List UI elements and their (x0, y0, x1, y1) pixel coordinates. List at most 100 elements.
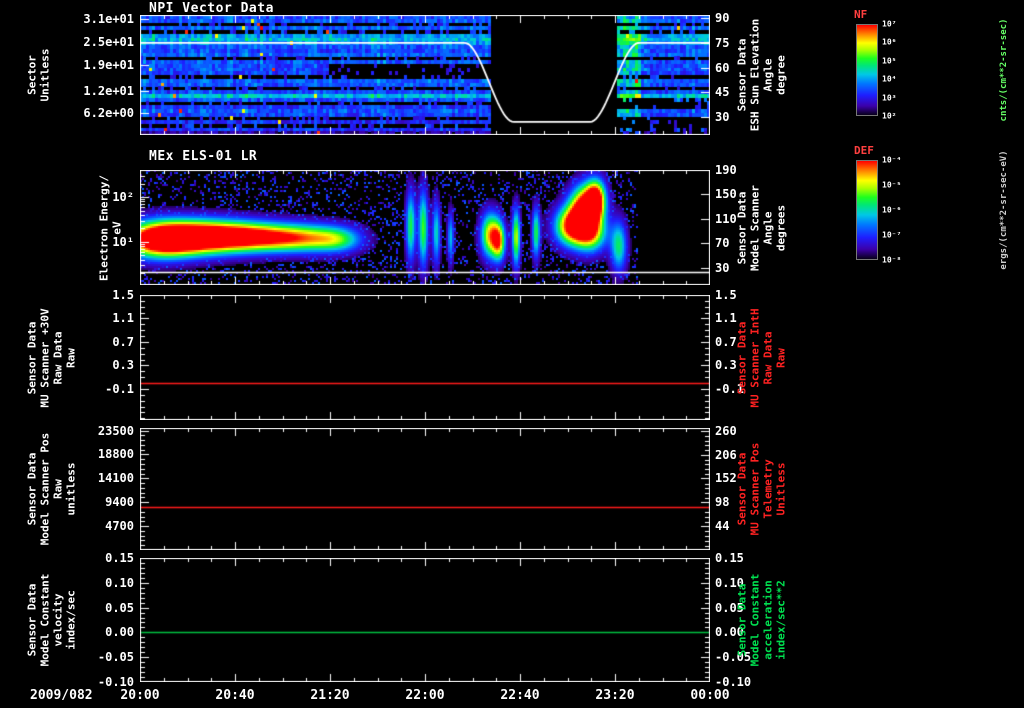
colorbar-tick-label: 10⁻⁵ (882, 180, 902, 190)
y-axis-label-left-model-constant: velocity (51, 593, 65, 647)
y-tick-label-left-model-scanner-pos: 4700 (105, 519, 134, 534)
y-axis-label-left-els: eV (110, 220, 124, 235)
y-axis-label-right-els: Sensor Data (735, 191, 749, 264)
y-axis-label-right-els: degrees (774, 204, 788, 251)
y-tick-label-right-model-scanner-pos: 260 (715, 423, 737, 438)
npi-spectrogram-canvas (140, 15, 710, 135)
y-axis-label-left-mu-scanner-30v: MU Scanner +30V (38, 307, 52, 408)
colorbar-tick-label: 10⁻⁸ (882, 255, 902, 265)
colorbar-tick-label: 10⁻⁷ (882, 230, 902, 240)
y-tick-label-right-els: 110 (715, 211, 737, 226)
y-axis-label-right-model-constant: index/sec**2 (774, 580, 788, 660)
y-tick-label-left-model-constant: -0.10 (97, 675, 134, 689)
y-tick-label-right-model-constant: 0.15 (715, 551, 744, 565)
y-axis-label-right-mu-scanner-30v: MU Scanner IntH (748, 307, 762, 408)
y-axis-label-left-mu-scanner-30v: Raw (64, 347, 78, 368)
colorbar-tick-label: 10⁷ (882, 19, 897, 29)
model-scanner-pos-plot-canvas (140, 428, 710, 550)
colorbar-tick-label: 10⁻⁶ (882, 205, 902, 215)
y-axis-label-right-model-scanner-pos: Sensor Data (735, 452, 749, 526)
y-tick-label-right-model-scanner-pos: 152 (715, 471, 737, 486)
y-axis-label-left-model-scanner-pos: Sensor Data (25, 452, 39, 526)
panel-title-els: MEx ELS-01 LR (149, 149, 258, 164)
x-axis-date-label: 2009/082 (30, 688, 93, 703)
y-axis-label-right-els: Model Scanner (748, 184, 762, 271)
y-tick-label-left-npi: 6.2e+00 (83, 106, 134, 121)
x-tick-label: 20:00 (120, 688, 160, 703)
y-axis-label-left-model-scanner-pos: Model Scanner Pos (38, 432, 52, 546)
x-tick-label: 22:40 (500, 688, 540, 703)
y-axis-label-left-model-scanner-pos: Raw (51, 479, 65, 499)
y-axis-label-right-npi: Sensor Data (735, 38, 749, 112)
y-tick-label-left-mu-scanner-30v: 0.7 (112, 334, 134, 349)
y-tick-label-left-mu-scanner-30v: 1.5 (112, 288, 134, 302)
y-axis-label-left-model-constant: index/sec (64, 590, 78, 650)
y-axis-label-right-model-scanner-pos: Telemetry (761, 459, 775, 519)
y-axis-label-right-model-scanner-pos: Unitless (774, 462, 788, 516)
colorbar-tick-label: 10⁻⁴ (882, 155, 902, 165)
multi-panel-plot-page: NPI Vector Data MEx ELS-01 LR NF 10⁷ 10⁶ 1… (0, 0, 1024, 708)
y-tick-label-left-npi: 2.5e+01 (83, 34, 134, 49)
y-tick-label-right-els: 70 (715, 236, 730, 251)
y-tick-label-right-npi: 60 (715, 60, 730, 75)
colorbar-tick-label: 10⁵ (882, 56, 897, 66)
y-tick-label-left-npi: 1.9e+01 (83, 57, 134, 72)
y-axis-label-left-mu-scanner-30v: Sensor Data (25, 321, 39, 394)
y-axis-label-right-mu-scanner-30v: Raw (774, 347, 788, 368)
y-tick-label-right-model-scanner-pos: 98 (715, 495, 730, 510)
y-tick-label-right-npi: 75 (715, 35, 730, 50)
y-axis-label-left-model-scanner-pos: unitless (64, 462, 78, 516)
y-axis-label-right-model-constant: acceleration (761, 580, 775, 660)
y-axis-label-right-npi: ESH Sun Elevation (748, 18, 762, 132)
y-tick-label-right-model-constant: -0.10 (715, 675, 752, 689)
y-tick-label-right-npi: 45 (715, 85, 730, 100)
y-axis-label-right-mu-scanner-30v: Raw Data (761, 331, 775, 384)
y-tick-label-left-model-scanner-pos: 18800 (97, 447, 134, 462)
colorbar-def-unit-label: ergs/(cm**2-sr-sec-eV) (999, 150, 1009, 270)
x-tick-label: 21:20 (310, 688, 350, 703)
y-tick-label-left-npi: 3.1e+01 (83, 11, 134, 26)
y-tick-label-left-model-constant: 0.15 (105, 551, 134, 565)
y-tick-label-left-mu-scanner-30v: -0.1 (105, 381, 134, 396)
y-tick-label-left-els: 10² (112, 190, 134, 205)
y-tick-label-right-mu-scanner-30v: 1.5 (715, 288, 737, 302)
model-constant-plot-canvas (140, 558, 710, 682)
colorbar-def-title: DEF (854, 144, 874, 157)
y-tick-label-right-npi: 30 (715, 109, 730, 124)
y-tick-label-right-mu-scanner-30v: 1.1 (715, 311, 737, 326)
y-tick-label-right-mu-scanner-30v: 0.3 (715, 358, 737, 373)
colorbar-tick-label: 10² (882, 111, 897, 121)
y-axis-label-left-mu-scanner-30v: Raw Data (51, 331, 65, 384)
y-axis-label-right-npi: Angle (761, 58, 775, 92)
y-axis-label-left-model-constant: Sensor Data (25, 583, 39, 657)
y-axis-label-left-npi: Sector (25, 55, 39, 95)
mu-scanner-30v-plot-canvas (140, 295, 710, 420)
x-tick-label: 00:00 (690, 688, 730, 703)
y-axis-label-right-els: Angle (761, 210, 775, 245)
colorbar-nf-unit-label: cnts/(cm**2-sr-sec) (999, 18, 1009, 122)
y-axis-label-left-npi: Unitless (38, 48, 52, 102)
y-axis-label-right-mu-scanner-30v: Sensor Data (735, 321, 749, 394)
y-tick-label-left-mu-scanner-30v: 1.1 (112, 311, 134, 326)
colorbar-def: DEF 10⁻⁴ 10⁻⁵ 10⁻⁶ 10⁻⁷ 10⁻⁸ ergs/(cm**2-sr-… (854, 144, 1009, 270)
y-axis-label-left-model-constant: Model Constant (38, 573, 52, 667)
y-axis-label-right-model-scanner-pos: MU Scanner Pos (748, 442, 762, 536)
panel-title-npi: NPI Vector Data (149, 1, 274, 16)
y-tick-label-left-npi: 1.2e+01 (83, 84, 134, 99)
y-tick-label-left-model-scanner-pos: 23500 (97, 423, 134, 438)
x-tick-label: 22:00 (405, 688, 445, 703)
y-axis-label-right-npi: degree (774, 55, 788, 95)
colorbar-nf-title: NF (854, 8, 868, 21)
colorbar-nf: NF 10⁷ 10⁶ 10⁵ 10⁴ 10³ 10² cnts/(cm**2-sr-sec… (854, 8, 1009, 121)
y-tick-label-left-model-constant: -0.05 (97, 650, 134, 665)
y-tick-label-right-mu-scanner-30v: 0.7 (715, 334, 737, 349)
colorbar-tick-label: 10⁴ (882, 74, 897, 84)
y-axis-label-right-model-constant: Model Constant (748, 573, 762, 667)
colorbar-nf-ticks: 10⁷ 10⁶ 10⁵ 10⁴ 10³ 10² (856, 20, 896, 121)
x-tick-label: 20:40 (215, 688, 255, 703)
y-axis-label-right-model-constant: Sensor Data (735, 583, 749, 657)
y-tick-label-right-model-scanner-pos: 206 (715, 447, 737, 462)
y-tick-label-left-model-constant: 0.10 (105, 575, 134, 590)
y-tick-label-right-els: 190 (715, 163, 737, 177)
colorbar-tick-label: 10³ (882, 93, 897, 103)
